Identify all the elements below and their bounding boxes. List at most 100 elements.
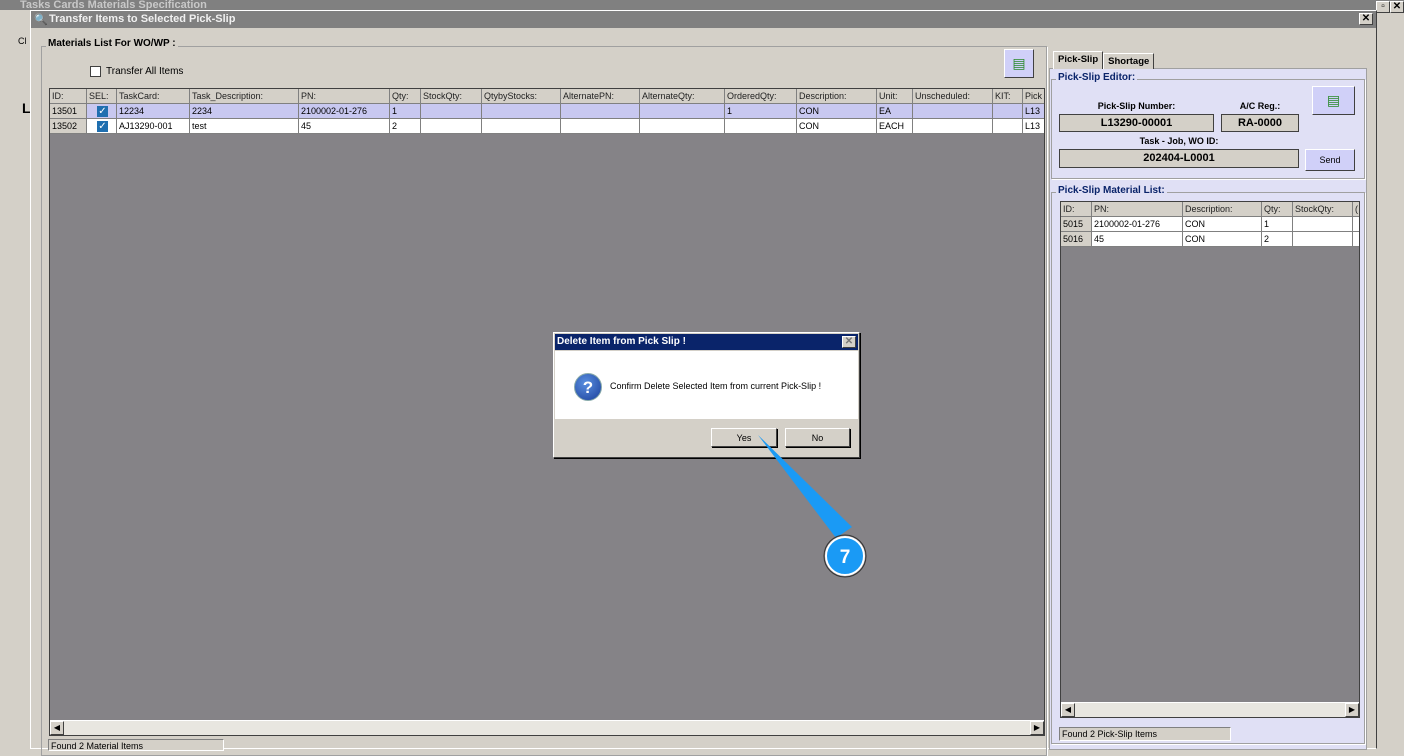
checkbox-box[interactable] xyxy=(90,66,101,77)
table-cell: 1 xyxy=(725,104,797,119)
scroll-right-icon[interactable]: ▶ xyxy=(1345,703,1359,717)
background-window-title: Tasks Cards Materials Specification xyxy=(0,0,1404,10)
header-row: ID: SEL: TaskCard: Task_Description: PN: Qty:… xyxy=(50,89,1044,104)
column-header[interactable]: OrderedQty: xyxy=(725,89,797,104)
column-header[interactable]: Pick xyxy=(1023,89,1044,104)
table-cell: EA xyxy=(877,104,913,119)
materials-grid: ID: SEL: TaskCard: Task_Description: PN: Qty:… xyxy=(49,88,1045,736)
horizontal-scrollbar[interactable]: ◀ ▶ xyxy=(50,720,1044,735)
task-label: Task - Job, WO ID: xyxy=(1139,136,1219,146)
table-cell: AJ13290-001 xyxy=(117,119,190,134)
table-cell: 1 xyxy=(1262,217,1293,232)
table-cell: CON xyxy=(1183,232,1262,247)
materials-status: Found 2 Material Items xyxy=(48,739,224,751)
table-cell xyxy=(993,119,1023,134)
column-header[interactable]: Unscheduled: xyxy=(913,89,993,104)
column-header[interactable]: Qty: xyxy=(390,89,421,104)
column-header[interactable]: Qty: xyxy=(1262,202,1293,217)
table-cell xyxy=(640,104,725,119)
column-header[interactable]: StockQty: xyxy=(421,89,482,104)
select-checkbox[interactable]: ✓ xyxy=(97,121,108,132)
editor-group-label: Pick-Slip Editor: xyxy=(1056,72,1138,83)
scroll-left-icon[interactable]: ◀ xyxy=(50,721,64,735)
table-cell: 2 xyxy=(1262,232,1293,247)
dialog-close-button[interactable]: ✕ xyxy=(842,336,856,348)
pick-list-status: Found 2 Pick-Slip Items xyxy=(1059,727,1231,741)
table-cell: 2100002-01-276 xyxy=(299,104,390,119)
pick-slip-number-field[interactable]: L13290-00001 xyxy=(1059,114,1214,132)
table-cell: CON xyxy=(1183,217,1262,232)
ac-reg-label: A/C Reg.: xyxy=(1239,101,1281,111)
table-cell: 5015 xyxy=(1061,217,1092,232)
scroll-right-icon[interactable]: ▶ xyxy=(1030,721,1044,735)
table-cell xyxy=(993,104,1023,119)
table-cell: 2234 xyxy=(190,104,299,119)
table-row[interactable]: 5015 2100002-01-276 CON 1 xyxy=(1061,217,1359,232)
pick-list-scrollbar[interactable]: ◀ ▶ xyxy=(1061,702,1359,717)
tab-bar: Pick-Slip Shortage xyxy=(1053,51,1155,69)
header-row: ID: PN: Description: Qty: StockQty:( xyxy=(1061,202,1359,217)
column-header[interactable]: ID: xyxy=(50,89,87,104)
table-row[interactable]: 13502 ✓ AJ13290-001 test 45 2 CON EACH L13 xyxy=(50,119,1044,134)
column-header[interactable]: PN: xyxy=(299,89,390,104)
column-header[interactable]: ( xyxy=(1353,202,1359,217)
column-header[interactable]: Task_Description: xyxy=(190,89,299,104)
ac-reg-field[interactable]: RA-0000 xyxy=(1221,114,1299,132)
table-cell xyxy=(1353,232,1359,247)
confirm-dialog: Delete Item from Pick Slip ! ✕ ? Confirm… xyxy=(553,332,860,458)
table-row[interactable]: 5016 45 CON 2 xyxy=(1061,232,1359,247)
column-header[interactable]: StockQty: xyxy=(1293,202,1353,217)
column-header[interactable]: AlternateQty: xyxy=(640,89,725,104)
table-cell: ✓ xyxy=(87,119,117,134)
editor-export-button[interactable]: ▤ xyxy=(1312,86,1355,115)
select-checkbox[interactable]: ✓ xyxy=(97,106,108,117)
table-cell: 5016 xyxy=(1061,232,1092,247)
table-cell: CON xyxy=(797,119,877,134)
materials-group-label: Materials List For WO/WP : xyxy=(46,38,178,49)
dialog-title: Delete Item from Pick Slip ! xyxy=(555,334,858,350)
column-header[interactable]: PN: xyxy=(1092,202,1183,217)
scroll-left-icon[interactable]: ◀ xyxy=(1061,703,1075,717)
export-excel-button[interactable]: ▤ xyxy=(1004,49,1034,78)
pick-list-group-label: Pick-Slip Material List: xyxy=(1056,185,1167,196)
pick-slip-number-label: Pick-Slip Number: xyxy=(1097,101,1176,111)
table-cell xyxy=(725,119,797,134)
table-cell: L13 xyxy=(1023,104,1044,119)
table-cell xyxy=(1293,217,1353,232)
yes-button[interactable]: Yes xyxy=(711,428,777,447)
column-header[interactable]: SEL: xyxy=(87,89,117,104)
transfer-all-label: Transfer All Items xyxy=(106,66,184,77)
restore-button[interactable]: ▫ xyxy=(1376,1,1390,13)
table-cell xyxy=(561,104,640,119)
tab-shortage[interactable]: Shortage xyxy=(1103,53,1155,69)
background-toolbar-label: Cl xyxy=(18,36,27,46)
column-header[interactable]: Description: xyxy=(1183,202,1262,217)
column-header[interactable]: QtybyStocks: xyxy=(482,89,561,104)
table-cell: 1 xyxy=(390,104,421,119)
send-button[interactable]: Send xyxy=(1305,149,1355,171)
table-cell: test xyxy=(190,119,299,134)
transfer-all-checkbox[interactable]: Transfer All Items xyxy=(90,66,183,77)
table-cell xyxy=(640,119,725,134)
column-header[interactable]: Description: xyxy=(797,89,877,104)
pick-list-grid: ID: PN: Description: Qty: StockQty:(5015 2100… xyxy=(1060,201,1360,718)
table-cell xyxy=(913,104,993,119)
window-close-button[interactable]: ✕ xyxy=(1359,13,1373,25)
column-header[interactable]: TaskCard: xyxy=(117,89,190,104)
table-cell: 45 xyxy=(299,119,390,134)
table-cell: EACH xyxy=(877,119,913,134)
table-row[interactable]: 13501 ✓ 12234 2234 2100002-01-276 1 1 CON EA L13 xyxy=(50,104,1044,119)
back-close-button[interactable]: ✕ xyxy=(1390,1,1404,13)
table-cell xyxy=(1293,232,1353,247)
column-header[interactable]: Unit: xyxy=(877,89,913,104)
table-cell: 12234 xyxy=(117,104,190,119)
table-cell: 2 xyxy=(390,119,421,134)
column-header[interactable]: AlternatePN: xyxy=(561,89,640,104)
table-cell: L13 xyxy=(1023,119,1044,134)
tab-pick-slip[interactable]: Pick-Slip xyxy=(1053,51,1104,69)
column-header[interactable]: ID: xyxy=(1061,202,1092,217)
column-header[interactable]: KIT: xyxy=(993,89,1023,104)
task-field[interactable]: 202404-L0001 xyxy=(1059,149,1299,168)
table-cell xyxy=(1353,217,1359,232)
no-button[interactable]: No xyxy=(785,428,850,447)
